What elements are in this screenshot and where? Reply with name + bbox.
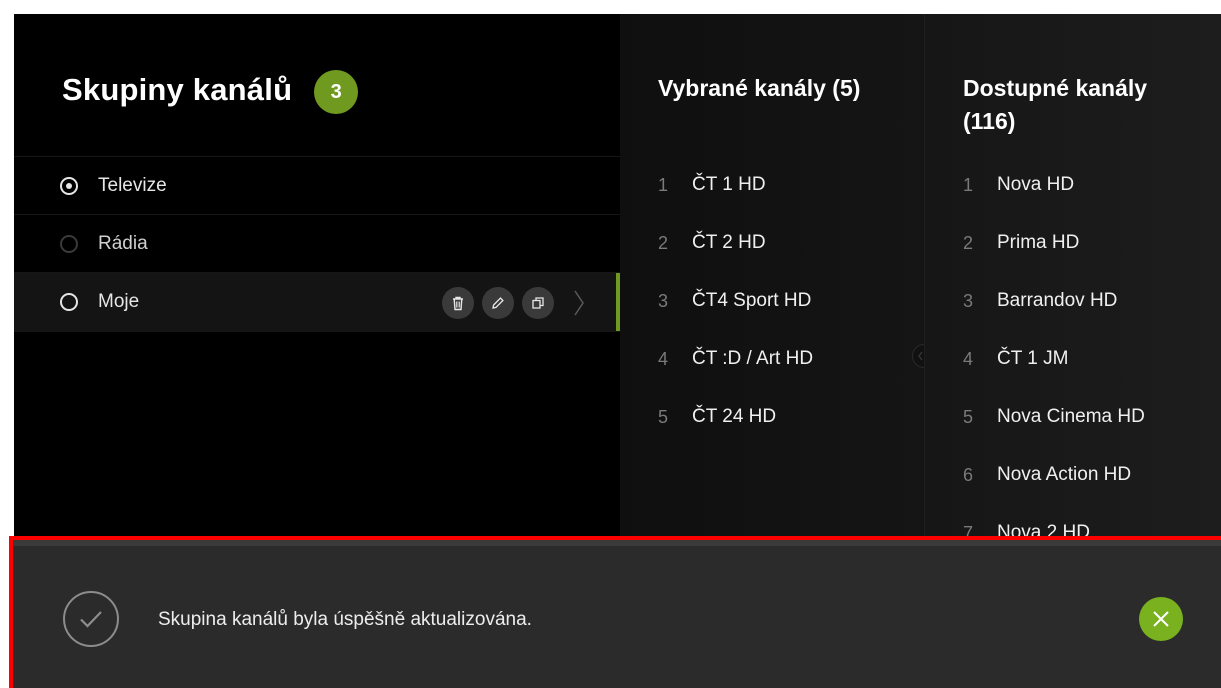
list-item[interactable]: 1 Nova HD: [963, 156, 1147, 214]
list-item[interactable]: 5 ČT 24 HD: [658, 388, 813, 446]
channel-name: Nova Cinema HD: [997, 406, 1145, 427]
channel-number: 3: [658, 290, 669, 311]
group-item-radia[interactable]: Rádia: [14, 215, 620, 273]
list-item[interactable]: 6 Nova Action HD: [963, 446, 1147, 504]
channel-number: 5: [658, 406, 669, 427]
selected-channels-title: Vybrané kanály (5): [658, 75, 861, 101]
group-item-televize[interactable]: Televize: [14, 157, 620, 215]
channel-number: 1: [658, 174, 669, 195]
channel-name: Barrandov HD: [997, 290, 1118, 311]
channel-number: 4: [963, 348, 974, 369]
list-item[interactable]: 2 Prima HD: [963, 214, 1147, 272]
channel-number: 1: [963, 174, 974, 195]
page-header: Skupiny kanálů 3: [62, 66, 359, 114]
channel-number: 6: [963, 464, 974, 485]
list-item[interactable]: 2 ČT 2 HD: [658, 214, 813, 272]
channel-number: 2: [658, 232, 669, 253]
success-notification: Skupina kanálů byla úspěšně aktualizován…: [9, 536, 1221, 688]
channel-name: Prima HD: [997, 232, 1080, 253]
list-item[interactable]: 4 ČT 1 JM: [963, 330, 1147, 388]
check-icon: [63, 591, 119, 647]
list-item[interactable]: 3 ČT4 Sport HD: [658, 272, 813, 330]
available-channel-list: 1 Nova HD 2 Prima HD 3 Barrandov HD 4 ČT 1 J…: [963, 156, 1147, 562]
available-channels-title: Dostupné kanály (116): [963, 75, 1148, 134]
channel-name: ČT :D / Art HD: [692, 348, 814, 369]
chevron-right-icon[interactable]: [568, 287, 590, 319]
delete-icon[interactable]: [442, 287, 474, 319]
close-icon[interactable]: [1139, 597, 1183, 641]
group-actions: [442, 287, 590, 319]
group-label: Moje: [98, 291, 140, 312]
page-title: Skupiny kanálů: [62, 72, 293, 107]
channel-name: ČT 1 HD: [692, 174, 766, 195]
list-item[interactable]: 5 Nova Cinema HD: [963, 388, 1147, 446]
channel-number: 5: [963, 406, 974, 427]
group-label: Televize: [98, 174, 167, 196]
channel-name: Nova HD: [997, 174, 1075, 195]
notification-message: Skupina kanálů byla úspěšně aktualizován…: [158, 609, 532, 630]
radio-disabled-icon: [60, 234, 78, 253]
list-item[interactable]: 1 ČT 1 HD: [658, 156, 813, 214]
group-item-moje[interactable]: Moje: [14, 273, 620, 332]
group-label: Rádia: [98, 232, 148, 254]
list-item[interactable]: 4 ČT :D / Art HD: [658, 330, 813, 388]
channel-number: 3: [963, 290, 974, 311]
edit-icon[interactable]: [482, 287, 514, 319]
group-count-badge: 3: [314, 70, 359, 114]
group-list: Televize Rádia Moje: [14, 156, 620, 332]
channel-name: Nova Action HD: [997, 464, 1132, 485]
channel-name: ČT 2 HD: [692, 232, 766, 253]
channel-name: ČT4 Sport HD: [692, 290, 812, 311]
selected-channel-list: 1 ČT 1 HD 2 ČT 2 HD 3 ČT4 Sport HD 4 ČT :D /…: [658, 156, 813, 446]
list-item[interactable]: 3 Barrandov HD: [963, 272, 1147, 330]
notification-top-edge: [13, 540, 1221, 546]
radio-checked-icon[interactable]: [60, 176, 78, 195]
channel-name: ČT 1 JM: [997, 348, 1069, 369]
channel-number: 4: [658, 348, 669, 369]
copy-icon[interactable]: [522, 287, 554, 319]
channel-number: 2: [963, 232, 974, 253]
channel-name: ČT 24 HD: [692, 406, 777, 427]
radio-unchecked-icon[interactable]: [60, 293, 78, 311]
